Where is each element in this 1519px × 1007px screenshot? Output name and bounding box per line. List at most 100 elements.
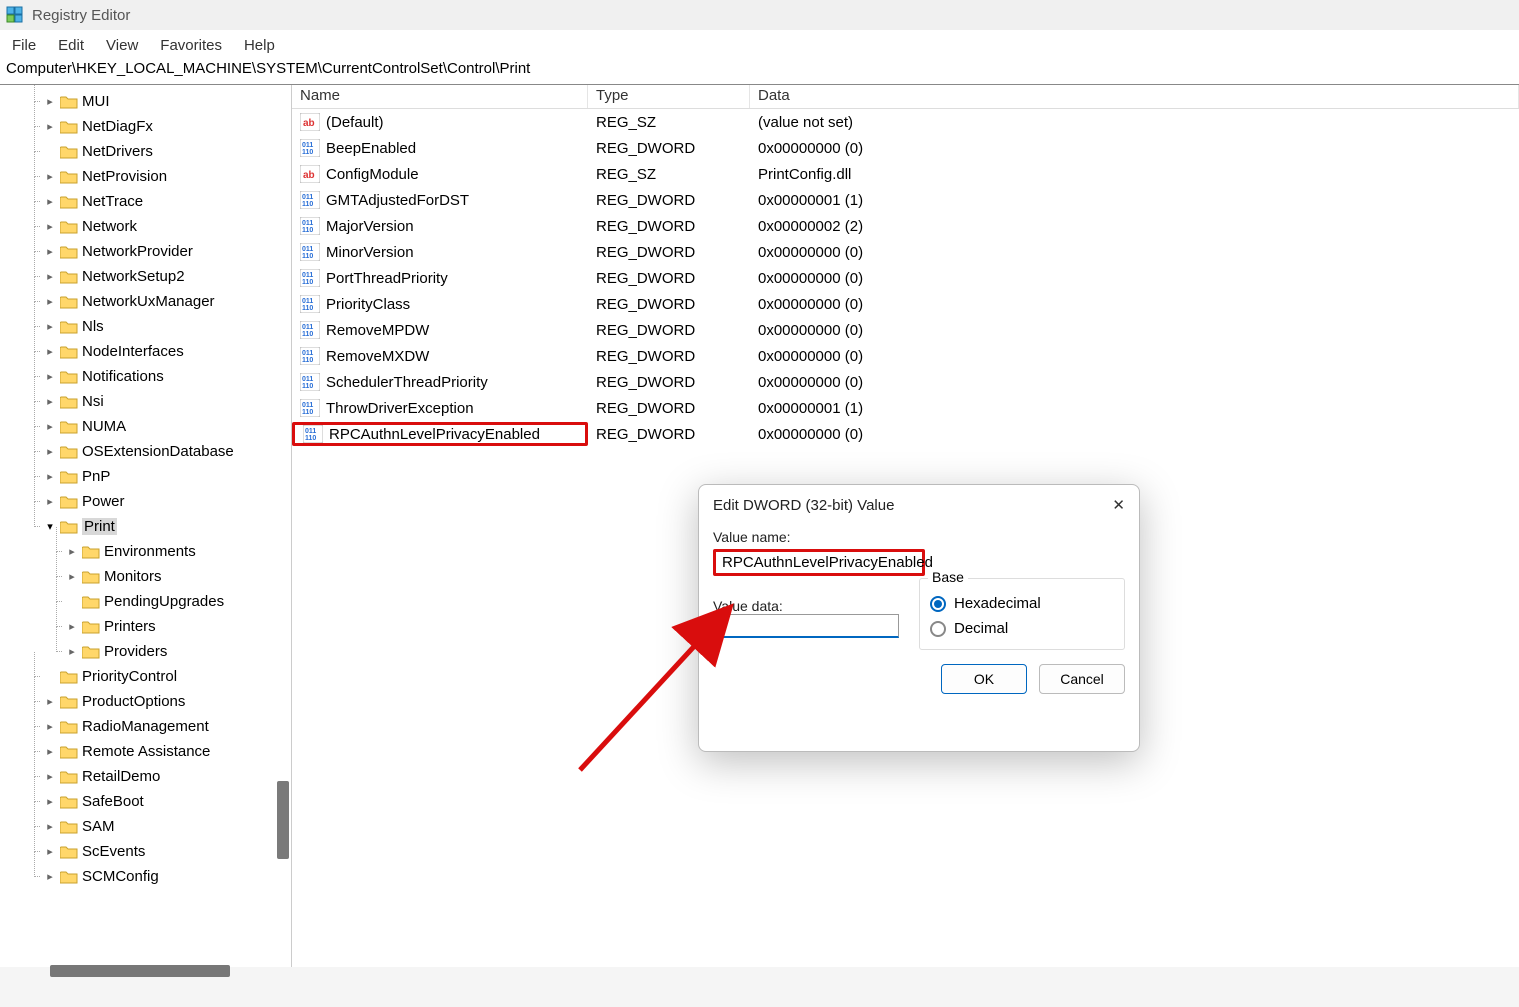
tree-item-radiomanagement[interactable]: RadioManagement — [10, 714, 291, 739]
value-row[interactable]: GMTAdjustedForDSTREG_DWORD0x00000001 (1) — [292, 187, 1519, 213]
menu-view[interactable]: View — [106, 37, 138, 54]
tree-item-providers[interactable]: Providers — [10, 639, 291, 664]
value-row[interactable]: RPCAuthnLevelPrivacyEnabledREG_DWORD0x00… — [292, 421, 1519, 447]
tree-item-pendingupgrades[interactable]: PendingUpgrades — [10, 589, 291, 614]
value-row[interactable]: ConfigModuleREG_SZPrintConfig.dll — [292, 161, 1519, 187]
chevron-right-icon[interactable] — [66, 570, 78, 583]
chevron-right-icon[interactable] — [44, 395, 56, 408]
value-data: 0x00000001 (1) — [750, 192, 1519, 209]
chevron-right-icon[interactable] — [44, 845, 56, 858]
tree-item-scevents[interactable]: ScEvents — [10, 839, 291, 864]
tree-item-printers[interactable]: Printers — [10, 614, 291, 639]
radio-hexadecimal[interactable]: Hexadecimal — [930, 595, 1114, 612]
value-data: 0x00000000 (0) — [750, 296, 1519, 313]
tree-item-netdrivers[interactable]: NetDrivers — [10, 139, 291, 164]
chevron-right-icon[interactable] — [44, 445, 56, 458]
tree-item-pnp[interactable]: PnP — [10, 464, 291, 489]
tree-item-network[interactable]: Network — [10, 214, 291, 239]
chevron-right-icon[interactable] — [44, 320, 56, 333]
tree-item-networkuxmanager[interactable]: NetworkUxManager — [10, 289, 291, 314]
chevron-right-icon[interactable] — [44, 170, 56, 183]
tree-item-nodeinterfaces[interactable]: NodeInterfaces — [10, 339, 291, 364]
tree-item-nls[interactable]: Nls — [10, 314, 291, 339]
chevron-right-icon[interactable] — [44, 370, 56, 383]
tree-item-environments[interactable]: Environments — [10, 539, 291, 564]
chevron-right-icon[interactable] — [44, 795, 56, 808]
chevron-right-icon[interactable] — [44, 720, 56, 733]
chevron-right-icon[interactable] — [44, 95, 56, 108]
chevron-right-icon[interactable] — [44, 195, 56, 208]
tree-item-nettrace[interactable]: NetTrace — [10, 189, 291, 214]
chevron-right-icon[interactable] — [44, 495, 56, 508]
tree-item-notifications[interactable]: Notifications — [10, 364, 291, 389]
value-row[interactable]: PriorityClassREG_DWORD0x00000000 (0) — [292, 291, 1519, 317]
tree-item-safeboot[interactable]: SafeBoot — [10, 789, 291, 814]
tree-item-netprovision[interactable]: NetProvision — [10, 164, 291, 189]
tree-item-label: NetDiagFx — [82, 118, 153, 135]
chevron-down-icon[interactable] — [44, 520, 56, 533]
chevron-right-icon[interactable] — [66, 545, 78, 558]
value-row[interactable]: PortThreadPriorityREG_DWORD0x00000000 (0… — [292, 265, 1519, 291]
tree-item-numa[interactable]: NUMA — [10, 414, 291, 439]
chevron-right-icon[interactable] — [66, 620, 78, 633]
menu-file[interactable]: File — [12, 37, 36, 54]
tree-item-monitors[interactable]: Monitors — [10, 564, 291, 589]
chevron-right-icon[interactable] — [44, 345, 56, 358]
value-row[interactable]: MajorVersionREG_DWORD0x00000002 (2) — [292, 213, 1519, 239]
tree-item-prioritycontrol[interactable]: PriorityControl — [10, 664, 291, 689]
chevron-right-icon[interactable] — [44, 870, 56, 883]
tree-item-osextensiondatabase[interactable]: OSExtensionDatabase — [10, 439, 291, 464]
tree-item-sam[interactable]: SAM — [10, 814, 291, 839]
ok-button[interactable]: OK — [941, 664, 1027, 694]
chevron-right-icon[interactable] — [44, 420, 56, 433]
chevron-right-icon[interactable] — [44, 220, 56, 233]
tree-item-networkprovider[interactable]: NetworkProvider — [10, 239, 291, 264]
radio-decimal[interactable]: Decimal — [930, 620, 1114, 637]
tree-item-mui[interactable]: MUI — [10, 89, 291, 114]
chevron-right-icon[interactable] — [44, 770, 56, 783]
tree-item-power[interactable]: Power — [10, 489, 291, 514]
col-data[interactable]: Data — [750, 85, 1519, 108]
tree-item-remote-assistance[interactable]: Remote Assistance — [10, 739, 291, 764]
value-name: MinorVersion — [326, 244, 414, 261]
address-bar[interactable]: Computer\HKEY_LOCAL_MACHINE\SYSTEM\Curre… — [0, 60, 1519, 84]
value-type: REG_DWORD — [588, 426, 750, 443]
value-row[interactable]: (Default)REG_SZ(value not set) — [292, 109, 1519, 135]
chevron-right-icon[interactable] — [44, 470, 56, 483]
value-row[interactable]: RemoveMPDWREG_DWORD0x00000000 (0) — [292, 317, 1519, 343]
tree-item-networksetup2[interactable]: NetworkSetup2 — [10, 264, 291, 289]
tree-hscrollbar[interactable] — [50, 965, 230, 977]
menu-edit[interactable]: Edit — [58, 37, 84, 54]
tree-item-nsi[interactable]: Nsi — [10, 389, 291, 414]
chevron-right-icon[interactable] — [44, 820, 56, 833]
chevron-right-icon[interactable] — [66, 645, 78, 658]
cancel-button[interactable]: Cancel — [1039, 664, 1125, 694]
chevron-right-icon[interactable] — [44, 120, 56, 133]
chevron-right-icon[interactable] — [44, 695, 56, 708]
string-icon — [300, 165, 320, 183]
tree-item-productoptions[interactable]: ProductOptions — [10, 689, 291, 714]
chevron-right-icon[interactable] — [44, 245, 56, 258]
value-row[interactable]: RemoveMXDWREG_DWORD0x00000000 (0) — [292, 343, 1519, 369]
value-name: SchedulerThreadPriority — [326, 374, 488, 391]
value-row[interactable]: BeepEnabledREG_DWORD0x00000000 (0) — [292, 135, 1519, 161]
value-name: ConfigModule — [326, 166, 419, 183]
chevron-right-icon[interactable] — [44, 745, 56, 758]
value-row[interactable]: MinorVersionREG_DWORD0x00000000 (0) — [292, 239, 1519, 265]
col-name[interactable]: Name — [292, 85, 588, 108]
tree-item-label: Network — [82, 218, 137, 235]
value-row[interactable]: ThrowDriverExceptionREG_DWORD0x00000001 … — [292, 395, 1519, 421]
tree-item-scmconfig[interactable]: SCMConfig — [10, 864, 291, 889]
chevron-right-icon[interactable] — [44, 295, 56, 308]
value-row[interactable]: SchedulerThreadPriorityREG_DWORD0x000000… — [292, 369, 1519, 395]
tree-item-netdiagfx[interactable]: NetDiagFx — [10, 114, 291, 139]
col-type[interactable]: Type — [588, 85, 750, 108]
tree-item-retaildemo[interactable]: RetailDemo — [10, 764, 291, 789]
chevron-right-icon[interactable] — [44, 270, 56, 283]
tree-item-print[interactable]: Print — [10, 514, 291, 539]
menu-favorites[interactable]: Favorites — [160, 37, 222, 54]
valuedata-input[interactable] — [713, 614, 899, 638]
close-icon[interactable]: ✕ — [1112, 496, 1125, 514]
tree-panel[interactable]: MUI NetDiagFx NetDriversNetProvisionNetTra… — [0, 85, 292, 967]
menu-help[interactable]: Help — [244, 37, 275, 54]
